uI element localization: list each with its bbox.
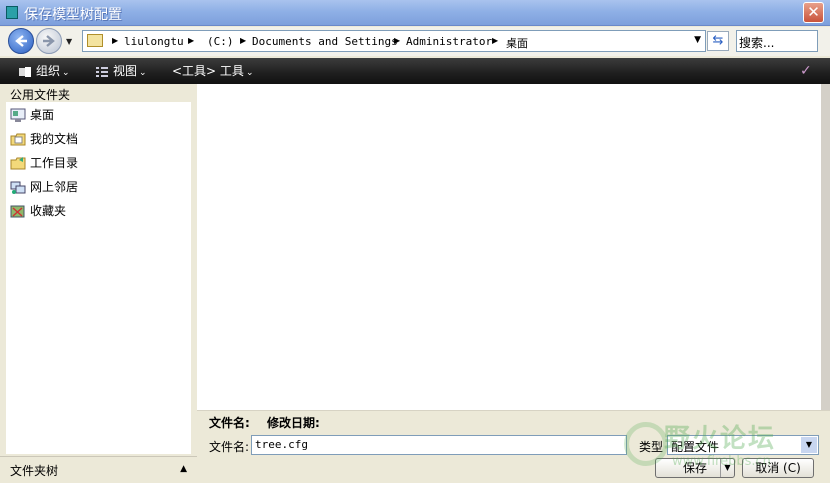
help-icon[interactable]: ✓ [800, 63, 816, 79]
file-type-label: 类型 [639, 440, 664, 454]
sidebar-item-label: 工作目录 [30, 156, 79, 170]
view-label: 视图 [113, 64, 138, 78]
sidebar-item-network[interactable]: 网上邻居 [10, 178, 78, 198]
sidebar-item-documents[interactable]: 我的文档 [10, 130, 78, 150]
save-form: 文件名: tree.cfg 类型 配置文件 ▼ 保存 ▼ 取消 (C) [197, 431, 830, 483]
tools-label: <工具> 工具 [172, 64, 244, 78]
refresh-icon: ⇆ [712, 33, 724, 48]
chevron-down-icon: ⌄ [62, 68, 70, 78]
sidebar-item-label: 网上邻居 [30, 180, 79, 194]
column-header-modified[interactable]: 修改日期: [267, 414, 320, 431]
save-label: 保存 [682, 461, 707, 475]
organize-icon [19, 66, 31, 77]
cancel-button[interactable]: 取消 (C) [742, 458, 814, 478]
column-header-filename[interactable]: 文件名: [209, 414, 250, 431]
sidebar-item-label: 我的文档 [30, 132, 79, 146]
save-button[interactable]: 保存 ▼ [655, 458, 735, 478]
column-header-row: 文件名: 修改日期: [197, 410, 830, 431]
organize-label: 组织 [36, 64, 61, 78]
chevron-right-icon[interactable]: ▶ [492, 36, 498, 45]
search-input[interactable]: 搜索... [736, 30, 818, 52]
view-icon [96, 66, 108, 77]
chevron-right-icon[interactable]: ▶ [112, 36, 118, 45]
file-type-select[interactable]: 配置文件 ▼ [667, 435, 819, 455]
address-bar[interactable]: ▶ liulongtu ▶ (C:) ▶ Documents and Setti… [82, 30, 706, 52]
vertical-scrollbar[interactable] [821, 84, 830, 410]
filename-input[interactable]: tree.cfg [251, 435, 627, 455]
cancel-label: 取消 (C) [755, 461, 801, 475]
tools-menu[interactable]: <工具> 工具 ⌄ [172, 62, 253, 79]
working-dir-icon [10, 157, 26, 170]
forward-arrow-icon [43, 35, 55, 47]
file-list-area[interactable] [197, 84, 821, 410]
breadcrumb-desktop[interactable]: 桌面 [506, 35, 528, 51]
forward-button[interactable] [36, 28, 62, 54]
folder-tree-label: 文件夹树 [10, 464, 59, 478]
folder-tree-toggle[interactable]: 文件夹树 ▲ [0, 456, 197, 483]
documents-icon [10, 133, 26, 146]
chevron-down-icon: ⌄ [139, 68, 147, 78]
breadcrumb-computer[interactable]: liulongtu [124, 35, 184, 48]
sidebar: 公用文件夹 桌面 我的文档 工作目录 网上邻居 收藏夹 文件夹树 ▲ [0, 84, 197, 483]
address-dropdown-icon[interactable]: ▼ [694, 35, 701, 45]
app-icon [6, 6, 18, 19]
window-title: 保存模型树配置 [24, 7, 122, 23]
folder-icon [87, 34, 103, 47]
favorites-list: 桌面 我的文档 工作目录 网上邻居 收藏夹 [6, 102, 191, 454]
breadcrumb-documents-settings[interactable]: Documents and Settings [252, 35, 398, 48]
filename-label: 文件名: [209, 440, 250, 454]
caret-up-icon: ▲ [180, 464, 187, 474]
chevron-right-icon[interactable]: ▶ [394, 36, 400, 45]
file-type-value: 配置文件 [671, 440, 720, 454]
desktop-icon [10, 108, 26, 122]
back-arrow-icon [15, 35, 27, 47]
sidebar-item-favorites[interactable]: 收藏夹 [10, 202, 66, 222]
sidebar-header: 公用文件夹 [10, 88, 71, 102]
save-dropdown-icon[interactable]: ▼ [720, 459, 734, 477]
refresh-button[interactable]: ⇆ [707, 31, 729, 51]
sidebar-item-label: 桌面 [30, 108, 55, 122]
close-icon: ✕ [807, 3, 820, 21]
close-button[interactable]: ✕ [803, 2, 824, 23]
back-button[interactable] [8, 28, 34, 54]
sidebar-item-label: 收藏夹 [30, 204, 67, 218]
breadcrumb-administrator[interactable]: Administrator [406, 35, 492, 48]
favorites-icon [10, 205, 25, 218]
address-row: ▼ ▶ liulongtu ▶ (C:) ▶ Documents and Set… [0, 27, 830, 56]
command-bar: 组织 ⌄ 视图 ⌄ <工具> 工具 ⌄ ✓ [0, 58, 830, 84]
view-menu[interactable]: 视图 ⌄ [95, 62, 147, 79]
sidebar-item-working-dir[interactable]: 工作目录 [10, 154, 78, 174]
breadcrumb-drive[interactable]: (C:) [207, 35, 234, 48]
sidebar-item-desktop[interactable]: 桌面 [10, 106, 54, 126]
chevron-right-icon[interactable]: ▶ [240, 36, 246, 45]
chevron-down-icon: ⌄ [245, 68, 254, 78]
chevron-down-icon: ▼ [801, 437, 817, 453]
history-dropdown-icon[interactable]: ▼ [66, 37, 72, 46]
organize-menu[interactable]: 组织 ⌄ [18, 62, 70, 79]
title-bar: 保存模型树配置 ✕ [0, 0, 830, 26]
chevron-right-icon[interactable]: ▶ [188, 36, 194, 45]
network-icon [10, 181, 26, 194]
